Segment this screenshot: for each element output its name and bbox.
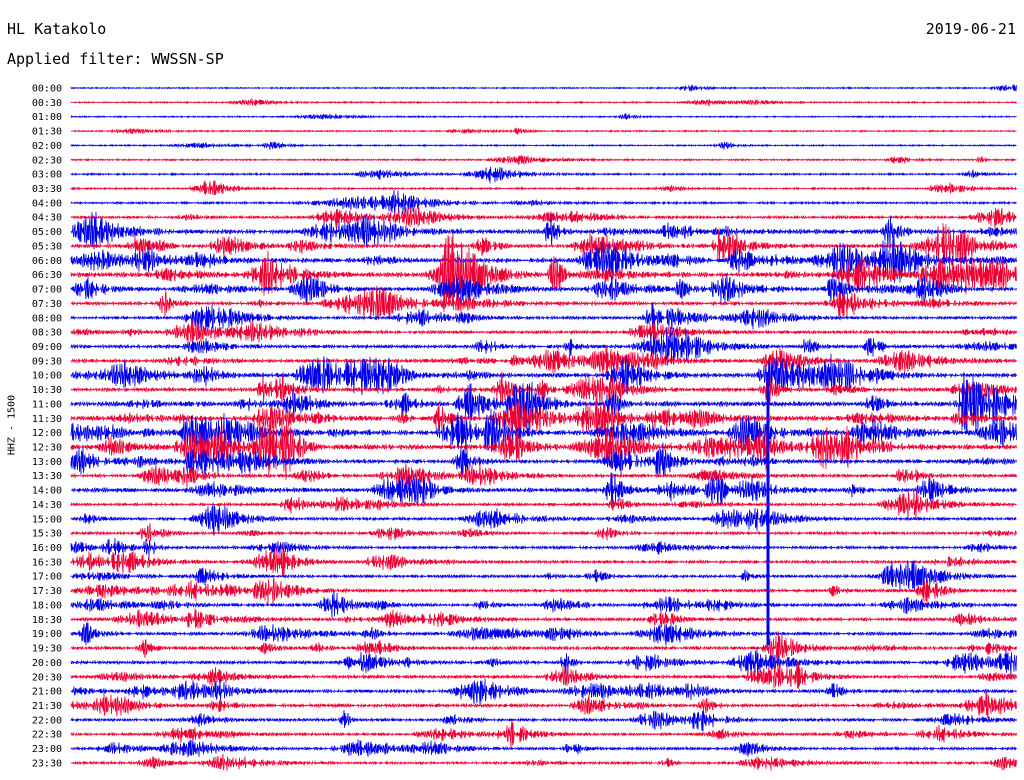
time-tick-label: 03:30 [32,184,62,195]
time-tick-label: 19:30 [32,644,62,655]
seismic-trace [70,709,1017,732]
time-tick-label: 12:00 [32,428,62,439]
time-tick-label: 08:30 [32,328,62,339]
seismic-trace [70,502,1017,536]
seismic-trace [70,678,1017,705]
time-tick-label: 18:30 [32,615,62,626]
time-tick-label: 00:30 [32,98,62,109]
time-tick-label: 05:30 [32,241,62,252]
time-tick-label: 22:00 [32,715,62,726]
time-tick-label: 07:00 [32,285,62,296]
helicorder-plot: 00:00 00:30 01:00 01:30 02:00 02:30 03:00 03:30… [32,84,1017,771]
seismic-trace [70,720,1017,748]
time-tick-label: 09:30 [32,356,62,367]
time-tick-label: 06:30 [32,270,62,281]
time-tick-label: 13:30 [32,471,62,482]
seismic-trace [70,537,1017,557]
seismic-trace [70,206,1017,229]
time-tick-label: 12:30 [32,443,62,454]
time-tick-label: 02:30 [32,155,62,166]
time-tick-label: 15:30 [32,529,62,540]
time-tick-label: 10:00 [32,371,62,382]
time-tick-label: 21:30 [32,701,62,712]
time-tick-label: 23:00 [32,744,62,755]
time-tick-label: 11:00 [32,399,62,410]
seismic-trace [70,739,1017,758]
seismic-trace [70,98,1017,107]
seismic-trace [70,622,1017,646]
time-tick-label: 17:00 [32,572,62,583]
seismic-trace [70,166,1017,184]
time-tick-label: 16:00 [32,543,62,554]
time-tick-label: 01:30 [32,127,62,138]
time-tick-label: 03:00 [32,170,62,181]
time-tick-label: 14:30 [32,500,62,511]
seismic-trace [70,590,1017,619]
time-tick-label: 18:00 [32,600,62,611]
time-tick-label: 20:00 [32,658,62,669]
time-tick-label: 23:30 [32,758,62,769]
time-tick-label: 22:30 [32,730,62,741]
time-tick-label: 04:30 [32,213,62,224]
seismic-trace [70,84,1017,92]
time-tick-label: 01:00 [32,112,62,123]
time-tick-label: 07:30 [32,299,62,310]
seismic-trace [70,753,1017,771]
time-tick-label: 08:00 [32,313,62,324]
seismic-trace [70,577,1017,605]
time-tick-label: 00:00 [32,84,62,95]
time-tick-label: 19:00 [32,629,62,640]
seismic-trace [71,472,1017,506]
time-tick-label: 13:00 [32,457,62,468]
time-tick-label: 06:00 [32,256,62,267]
time-tick-label: 05:00 [32,227,62,238]
time-tick-label: 14:00 [32,486,62,497]
seismic-trace [70,180,1017,196]
seismic-trace [70,141,1017,150]
seismic-trace [70,154,1017,166]
time-tick-label: 10:30 [32,385,62,396]
time-tick-label: 04:00 [32,198,62,209]
time-tick-label: 17:30 [32,586,62,597]
time-tick-label: 15:00 [32,514,62,525]
seismic-trace [70,608,1017,629]
seismic-trace [70,345,1017,375]
time-tick-label: 21:00 [32,687,62,698]
time-tick-label: 11:30 [32,414,62,425]
time-tick-label: 20:30 [32,672,62,683]
seismic-trace [70,661,1017,689]
time-tick-label: 16:30 [32,557,62,568]
time-tick-label: 09:00 [32,342,62,353]
seismic-trace [70,112,1017,121]
seismic-trace [71,127,1017,135]
time-tick-label: 02:00 [32,141,62,152]
seismic-trace [70,230,1017,315]
